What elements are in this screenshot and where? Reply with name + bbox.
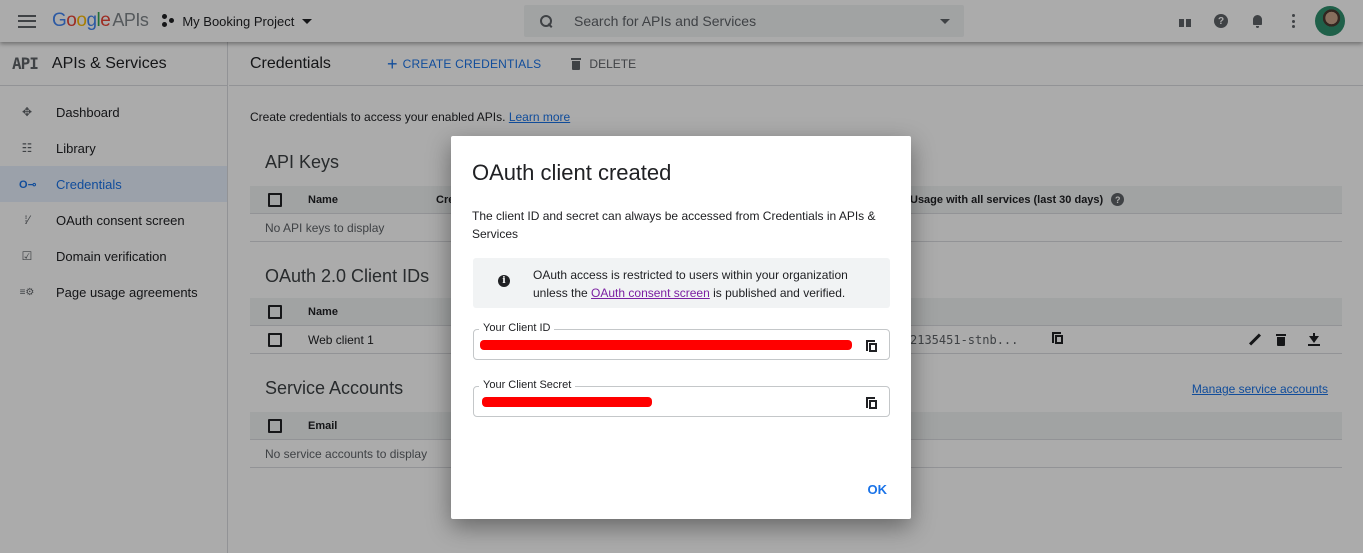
client-secret-field[interactable]: Your Client Secret (473, 379, 890, 417)
dialog-title: OAuth client created (472, 160, 672, 185)
info-banner: i OAuth access is restricted to users wi… (473, 258, 890, 308)
oauth-consent-screen-link[interactable]: OAuth consent screen (591, 286, 710, 300)
copy-client-secret-button[interactable] (866, 396, 877, 414)
copy-icon (866, 397, 877, 409)
redacted-client-id (480, 340, 852, 350)
copy-icon (866, 340, 877, 352)
client-id-label: Your Client ID (479, 322, 555, 334)
info-text-post: is published and verified. (713, 286, 846, 300)
copy-client-id-button[interactable] (866, 339, 877, 357)
client-secret-label: Your Client Secret (479, 379, 576, 391)
info-text: OAuth access is restricted to users with… (533, 266, 883, 302)
ok-button[interactable]: OK (868, 482, 888, 497)
redacted-client-secret (482, 397, 652, 407)
info-icon: i (498, 275, 510, 287)
dialog-description: The client ID and secret can always be a… (472, 209, 876, 241)
client-id-field[interactable]: Your Client ID (473, 322, 890, 360)
oauth-created-dialog: OAuth client created The client ID and s… (451, 136, 911, 519)
